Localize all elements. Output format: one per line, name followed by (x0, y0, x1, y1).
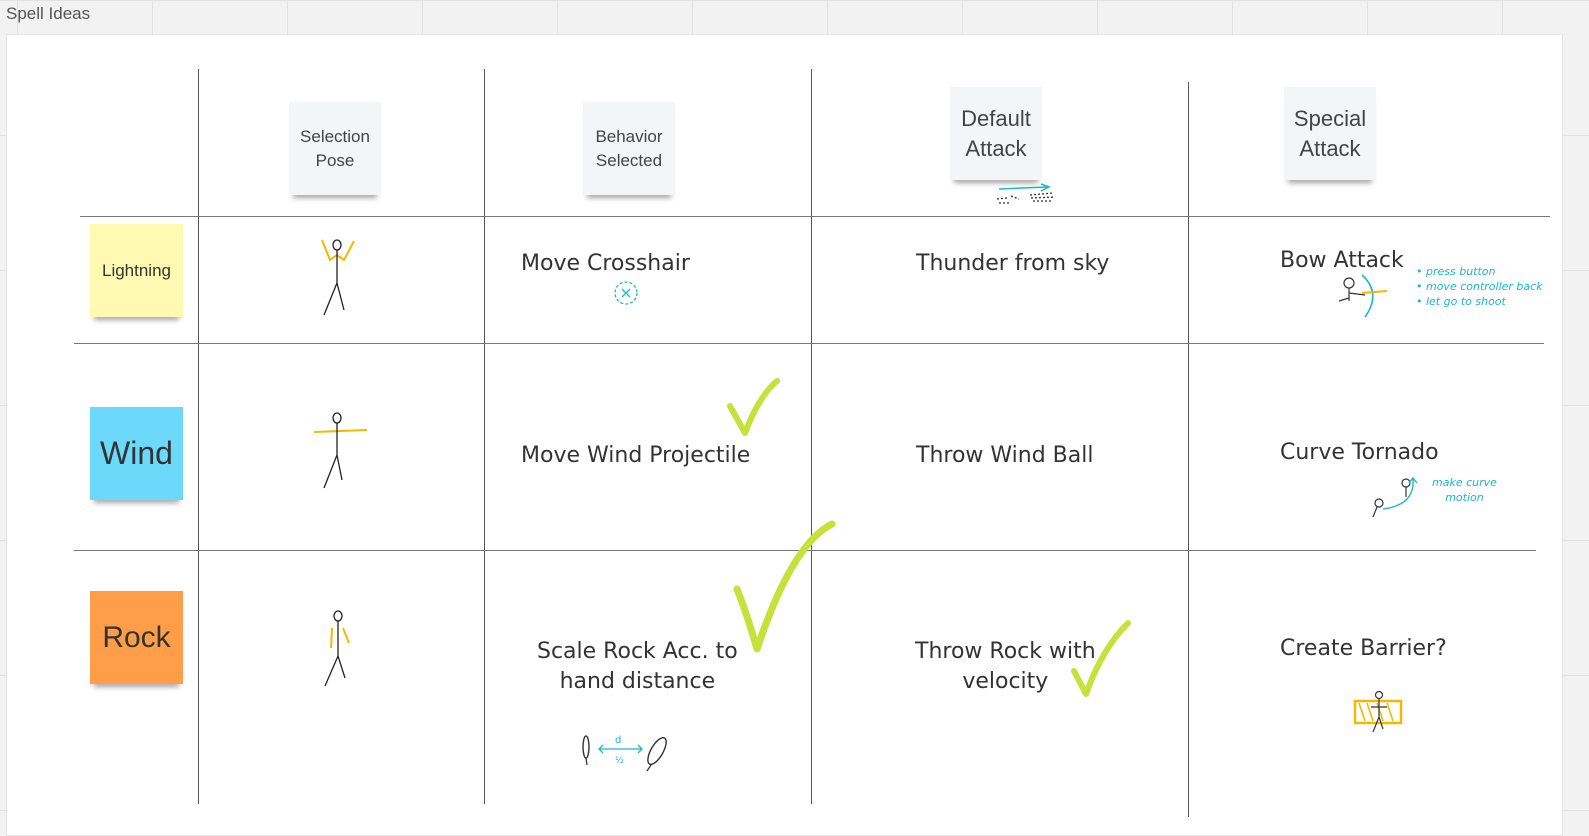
special-note-wind[interactable]: make curve motion (1432, 475, 1497, 505)
table-divider (811, 69, 812, 804)
barrier-icon[interactable] (1351, 687, 1406, 737)
svg-text:d: d (615, 735, 621, 746)
checkmark-icon[interactable] (727, 378, 782, 438)
projectile-sketch-icon (996, 183, 1056, 204)
svg-text:½: ½ (615, 756, 624, 766)
behavior-rock[interactable]: Scale Rock Acc. to hand distance (537, 637, 738, 697)
element-rock-sticky[interactable]: Rock (90, 591, 183, 684)
special-note-lightning[interactable]: • press button • move controller back • … (1416, 264, 1543, 309)
frame-title[interactable]: Spell Ideas (6, 4, 90, 24)
table-divider (484, 69, 485, 804)
table-divider (80, 216, 1550, 217)
special-attack-rock[interactable]: Create Barrier? (1280, 634, 1447, 664)
stick-figure-icon[interactable] (317, 608, 357, 688)
element-wind-sticky[interactable]: Wind (90, 407, 183, 500)
behavior-lightning[interactable]: Move Crosshair (521, 249, 690, 279)
default-attack-rock[interactable]: Throw Rock with velocity (915, 637, 1096, 697)
header-selection-pose[interactable]: Selection Pose (289, 102, 381, 195)
bow-icon[interactable] (1337, 273, 1392, 323)
header-behavior-selected[interactable]: Behavior Selected (583, 102, 675, 195)
crosshair-icon[interactable] (612, 279, 640, 307)
stick-figure-icon[interactable] (312, 235, 362, 320)
header-special-attack[interactable]: Special Attack (1284, 87, 1376, 180)
spell-ideas-frame[interactable]: Selection Pose Behavior Selected Default At… (6, 34, 1563, 836)
checkmark-icon[interactable] (1070, 619, 1132, 699)
special-attack-wind[interactable]: Curve Tornado (1280, 438, 1439, 468)
checkmark-icon[interactable] (732, 519, 837, 654)
table-divider (198, 69, 199, 804)
curve-motion-icon[interactable] (1367, 475, 1437, 520)
special-attack-lightning[interactable]: Bow Attack (1280, 246, 1404, 276)
header-default-attack[interactable]: Default Attack (950, 87, 1042, 180)
table-divider (1188, 82, 1189, 817)
default-attack-lightning[interactable]: Thunder from sky (916, 249, 1109, 279)
element-lightning-sticky[interactable]: Lightning (90, 224, 183, 317)
hand-distance-icon[interactable]: d ½ (577, 731, 672, 773)
behavior-wind[interactable]: Move Wind Projectile (521, 441, 750, 471)
default-attack-wind[interactable]: Throw Wind Ball (916, 441, 1093, 471)
table-divider (74, 343, 1544, 344)
stick-figure-icon[interactable] (312, 410, 372, 490)
